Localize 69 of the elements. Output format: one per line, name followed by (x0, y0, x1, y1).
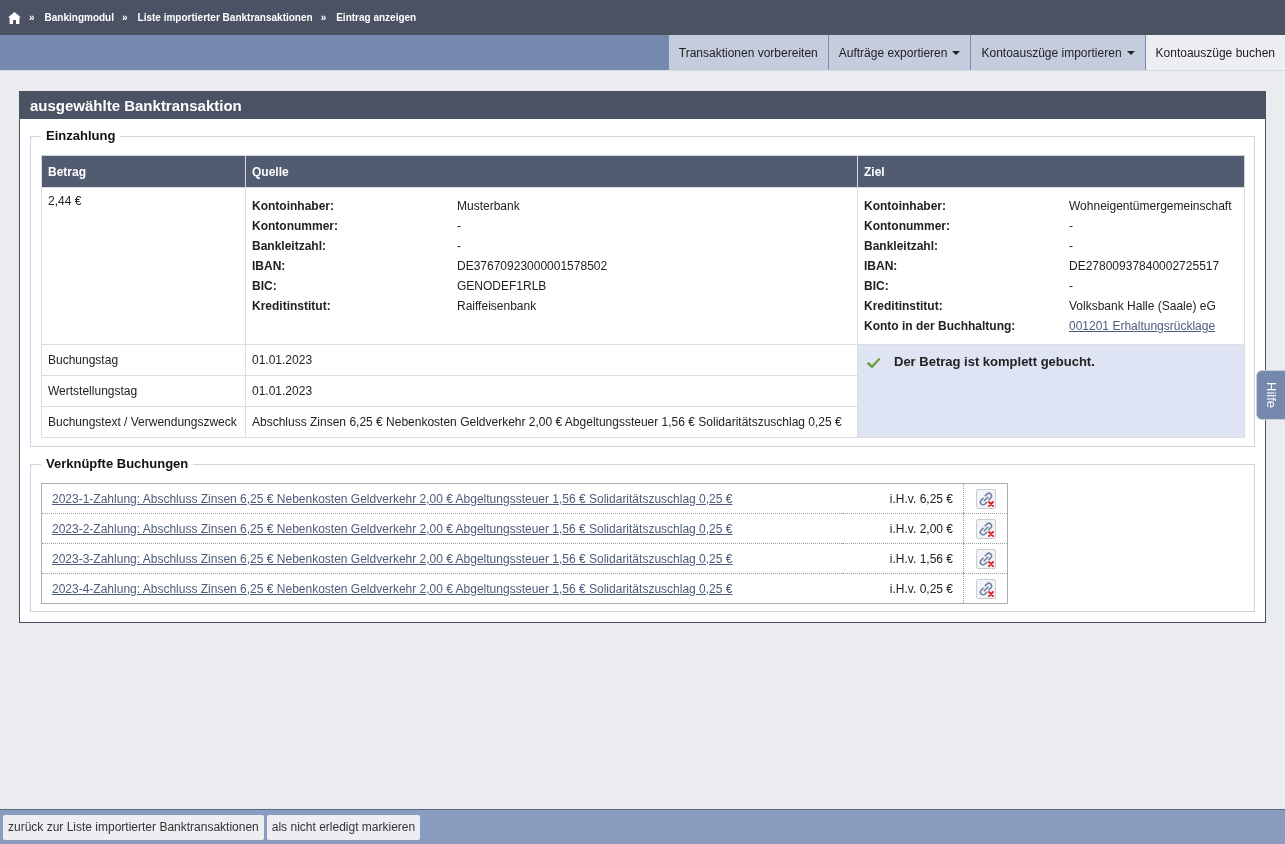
field-value: - (1069, 278, 1073, 295)
unlink-button[interactable] (975, 518, 996, 539)
checkmark-icon (866, 356, 881, 369)
table-cell: 2,44 € (41, 187, 246, 345)
fieldset-legend: Verknüpfte Buchungen (41, 456, 194, 472)
table-cell: Buchungstext / Verwendungszweck (41, 406, 246, 438)
menu-tab[interactable]: Transaktionen vorbereiten (667, 35, 828, 70)
field-value: - (457, 238, 461, 255)
booking-link[interactable]: 2023-2-Zahlung: Abschluss Zinsen 6,25 € Nebenkosten Geldverkehr 2,00 € Abgeltungssteuer 1,56 € Solidaritätszuschlag 0,25 € (52, 521, 733, 536)
breadcrumb-separator: » (29, 12, 35, 23)
field-value: - (457, 218, 461, 235)
help-tab[interactable]: Hilfe (1256, 370, 1285, 420)
field-label: Kontoinhaber: (864, 198, 946, 215)
breadcrumb-link[interactable]: Liste importierter Banktransaktionen (137, 12, 313, 23)
field-label: Kreditinstitut: (252, 298, 331, 315)
field-label: Bankleitzahl: (252, 238, 326, 255)
field-label: Bankleitzahl: (864, 238, 938, 255)
fieldset-legend: Einzahlung (41, 128, 121, 144)
booking-link[interactable]: 2023-4-Zahlung: Abschluss Zinsen 6,25 € Nebenkosten Geldverkehr 2,00 € Abgeltungssteuer 1,56 € Solidaritätszuschlag 0,25 € (52, 581, 733, 596)
field-value: Wohneigentümergemeinschaft (1069, 198, 1232, 215)
booking-link[interactable]: 2023-1-Zahlung: Abschluss Zinsen 6,25 € Nebenkosten Geldverkehr 2,00 € Abgeltungssteuer 1,56 € Solidaritätszuschlag 0,25 € (52, 491, 733, 506)
breadcrumb-separator: » (122, 12, 128, 23)
field-value: - (1069, 218, 1073, 235)
field-value: Volksbank Halle (Saale) eG (1069, 298, 1216, 315)
field-label: Konto in der Buchhaltung: (864, 318, 1016, 335)
footer-button[interactable]: zurück zur Liste importierter Banktransaktionen (3, 814, 264, 840)
table-cell: Wertstellungstag (41, 375, 246, 407)
field-value: Musterbank (457, 198, 520, 215)
unlink-button[interactable] (975, 548, 996, 569)
panel-title: ausgewählte Banktransaktion (20, 92, 1265, 119)
table-cell: Buchungstag (41, 344, 246, 376)
account-link[interactable]: 001201 Erhaltungsrücklage (1069, 316, 1216, 336)
home-icon[interactable] (8, 11, 21, 24)
chain-link-remove-icon (977, 520, 994, 537)
breadcrumb-separator: » (320, 12, 327, 23)
chain-link-remove-icon (977, 580, 994, 597)
booking-link[interactable]: 2023-3-Zahlung: Abschluss Zinsen 6,25 € Nebenkosten Geldverkehr 2,00 € Abgeltungssteuer 1,56 € Solidaritätszuschlag 0,25 € (52, 551, 733, 566)
table-cell: i.H.v. 6,25 € (841, 483, 964, 514)
field-value: Raiffeisenbank (457, 298, 537, 315)
menu-tab[interactable]: Aufträge exportieren (827, 35, 971, 70)
menu-tab[interactable]: Kontoauszüge importieren (970, 35, 1145, 70)
breadcrumb-current: Eintrag anzeigen (336, 12, 417, 23)
footer-button[interactable]: als nicht erledigt markieren (266, 814, 421, 840)
table-cell: i.H.v. 2,00 € (841, 513, 964, 544)
status-message: Der Betrag ist komplett gebucht. (894, 354, 1095, 369)
field-label: Kontoinhaber: (252, 198, 334, 215)
chain-link-remove-icon (977, 550, 994, 567)
table-cell: i.H.v. 1,56 € (841, 543, 964, 574)
field-label: BIC: (252, 278, 277, 295)
menu-tab[interactable]: Kontoauszüge buchen (1144, 35, 1285, 70)
field-label: Kontonummer: (864, 218, 950, 235)
field-label: IBAN: (252, 258, 286, 275)
field-value: - (1069, 238, 1073, 255)
column-header: Ziel (857, 155, 1245, 188)
field-label: Kreditinstitut: (864, 298, 943, 315)
field-label: IBAN: (864, 258, 898, 275)
table-cell: 01.01.2023 (245, 344, 858, 376)
field-value: DE37670923000001578502 (457, 258, 608, 275)
field-value: GENODEF1RLB (457, 278, 547, 295)
breadcrumb-link[interactable]: Bankingmodul (44, 12, 114, 23)
field-label: BIC: (864, 278, 889, 295)
column-header: Quelle (245, 155, 858, 188)
chain-link-remove-icon (977, 490, 994, 507)
unlink-button[interactable] (975, 578, 996, 599)
field-label: Kontonummer: (252, 218, 338, 235)
table-cell: i.H.v. 0,25 € (841, 573, 964, 604)
field-value: DE27800937840002725517 (1069, 258, 1220, 275)
unlink-button[interactable] (975, 488, 996, 509)
column-header: Betrag (41, 155, 246, 188)
